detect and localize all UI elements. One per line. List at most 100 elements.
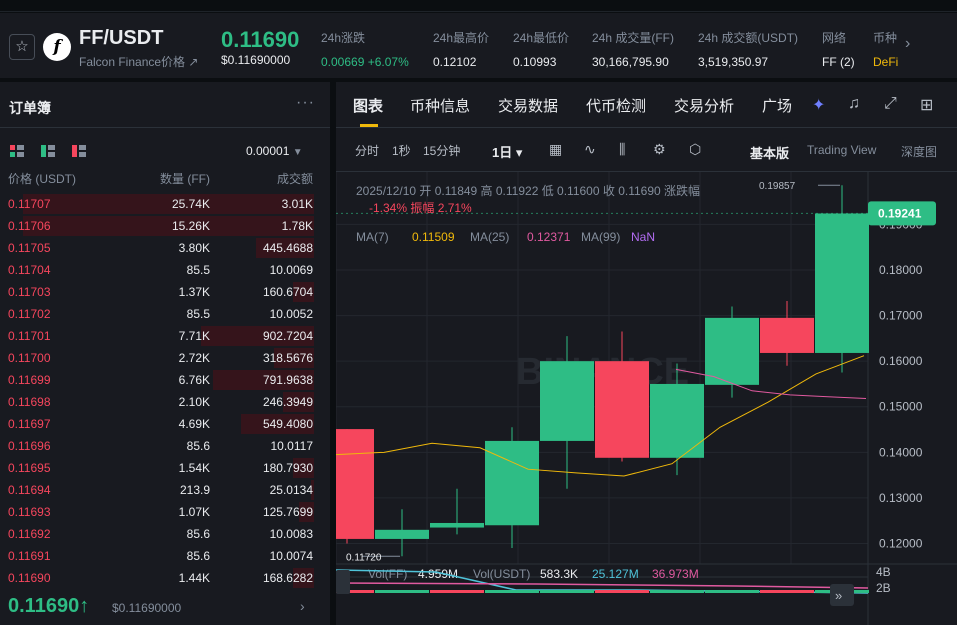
ma7-value: 0.11509 <box>412 230 455 244</box>
order-book-title: 订单簿 <box>9 100 51 116</box>
ask-qty: 7.71K <box>178 329 210 343</box>
chevron-right-icon[interactable]: › <box>905 35 910 53</box>
orderbook-last-price[interactable]: 0.11690↑ <box>8 595 89 618</box>
price-tag-label: 0.19241 <box>878 206 922 220</box>
view-basic[interactable]: 基本版 <box>750 143 789 162</box>
tab-coin-info[interactable]: 币种信息 <box>410 95 470 116</box>
ask-row[interactable]: 0.11701 7.71K 902.7204 <box>0 325 330 347</box>
favorite-star-icon[interactable]: ☆ <box>9 34 35 60</box>
drawing-tools-icon[interactable]: ⬡ <box>689 141 701 158</box>
bell-icon[interactable]: ♫ <box>848 95 860 113</box>
tab-trade-analysis[interactable]: 交易分析 <box>674 95 734 116</box>
ask-row[interactable]: 0.11696 85.6 10.0117 <box>0 435 330 457</box>
y-tick-label: 0.17000 <box>879 309 923 323</box>
tab-trading-data[interactable]: 交易数据 <box>498 95 558 116</box>
ask-row[interactable]: 0.11691 85.6 10.0074 <box>0 545 330 567</box>
chart-info-line2: -1.34% 振幅 2.71% <box>369 200 472 215</box>
view-both-icon[interactable] <box>10 145 24 157</box>
volume-bar <box>430 590 484 593</box>
ask-row[interactable]: 0.11692 85.6 10.0083 <box>0 523 330 545</box>
top-strip <box>0 0 957 12</box>
app-root: ☆ f FF/USDT Falcon Finance价格 ↗ 0.11690 $… <box>0 0 957 625</box>
view-depth[interactable]: 深度图 <box>901 143 937 160</box>
ask-row[interactable]: 0.11705 3.80K 445.4688 <box>0 237 330 259</box>
tf-15m[interactable]: 15分钟 <box>423 142 460 159</box>
view-tradingview[interactable]: Trading View <box>807 143 876 157</box>
layout-grid-icon[interactable]: ⊞ <box>920 95 933 115</box>
tf-1d-select[interactable]: 1日 ▾ <box>492 142 522 161</box>
ticker-stat: 币种 DeFi <box>873 29 898 69</box>
candlestick-chart[interactable]: 0.190000.180000.170000.160000.150000.140… <box>336 172 957 625</box>
ask-total: 549.4080 <box>262 417 313 431</box>
ask-row[interactable]: 0.11707 25.74K 3.01K <box>0 193 330 215</box>
candle-type-icon[interactable]: ⫼ <box>619 141 625 158</box>
vol-ff-value: 4.959M <box>418 567 458 581</box>
chart-settings-icon[interactable]: ⚙ <box>653 141 666 158</box>
ask-qty: 1.37K <box>178 285 210 299</box>
ask-price: 0.11703 <box>8 285 51 299</box>
ask-qty: 6.76K <box>178 373 210 387</box>
ticker-stat-label: 24h 成交量(FF) <box>592 31 675 45</box>
ask-row[interactable]: 0.11699 6.76K 791.9638 <box>0 369 330 391</box>
tf-timeline[interactable]: 分时 <box>355 142 379 159</box>
tf-1s[interactable]: 1秒 <box>392 142 411 159</box>
ma25-line <box>675 368 867 400</box>
pair-fullname-link[interactable]: Falcon Finance价格 ↗ <box>79 53 198 70</box>
ticker-stat-value: 0.12102 <box>433 55 477 69</box>
tab-chart[interactable]: 图表 <box>353 95 383 116</box>
last-price: 0.11690 <box>221 27 300 52</box>
chevron-right-icon[interactable]: › <box>300 598 305 614</box>
precision-select[interactable]: 0.00001 ▼ <box>246 144 303 158</box>
ask-row[interactable]: 0.11694 213.9 25.0134 <box>0 479 330 501</box>
ask-row[interactable]: 0.11693 1.07K 125.7699 <box>0 501 330 523</box>
ask-price: 0.11706 <box>8 219 51 233</box>
indicator-icon[interactable]: ∿ <box>584 141 596 158</box>
pair-name[interactable]: FF/USDT <box>79 27 163 50</box>
tab-token-check[interactable]: 代币检测 <box>586 95 646 116</box>
ticker-stat-value: 3,519,350.97 <box>698 55 769 69</box>
candle-body <box>375 529 429 539</box>
ticker-stat-label: 24h最低价 <box>513 31 570 45</box>
ask-total: 10.0074 <box>269 549 313 563</box>
ask-total: 791.9638 <box>262 373 313 387</box>
ask-total: 3.01K <box>281 197 313 211</box>
active-tab-indicator <box>360 124 378 127</box>
expand-icon[interactable]: ⤢ <box>884 95 897 113</box>
divider <box>0 127 330 128</box>
ask-price: 0.11693 <box>8 505 51 519</box>
more-options-icon[interactable]: ··· <box>296 94 315 112</box>
ticker-stat-label: 24h最高价 <box>433 31 490 45</box>
ask-qty: 15.26K <box>171 219 210 233</box>
ask-total: 125.7699 <box>262 505 313 519</box>
candle-body <box>430 522 484 528</box>
ticker-header: ☆ f FF/USDT Falcon Finance价格 ↗ 0.11690 $… <box>0 13 957 79</box>
ask-row[interactable]: 0.11695 1.54K 180.7930 <box>0 457 330 479</box>
ask-price: 0.11691 <box>8 549 51 563</box>
ask-row[interactable]: 0.11698 2.10K 246.3949 <box>0 391 330 413</box>
ai-sparkle-icon[interactable]: ✦ <box>812 95 825 115</box>
ask-total: 1.78K <box>281 219 313 233</box>
ticker-stat: 24h最高价 0.12102 <box>433 29 489 69</box>
candle-body <box>760 317 814 353</box>
ask-row[interactable]: 0.11704 85.5 10.0069 <box>0 259 330 281</box>
ticker-stat-value: DeFi <box>873 55 899 69</box>
high-marker-label: 0.19857 <box>759 181 796 192</box>
volume-bar <box>650 590 704 593</box>
view-asks-icon[interactable] <box>72 145 86 157</box>
ask-row[interactable]: 0.11697 4.69K 549.4080 <box>0 413 330 435</box>
ask-row[interactable]: 0.11702 85.5 10.0052 <box>0 303 330 325</box>
ma99-label: MA(99) <box>581 230 620 244</box>
ask-row[interactable]: 0.11703 1.37K 160.6704 <box>0 281 330 303</box>
ask-row[interactable]: 0.11706 15.26K 1.78K <box>0 215 330 237</box>
calendar-icon[interactable]: ▦ <box>549 141 562 158</box>
view-bids-icon[interactable] <box>41 145 55 157</box>
ask-row[interactable]: 0.11700 2.72K 318.5676 <box>0 347 330 369</box>
y-tick-label: 0.12000 <box>879 536 923 550</box>
ask-row[interactable]: 0.11690 1.44K 168.6282 <box>0 567 330 589</box>
ticker-stat-label: 币种 <box>873 31 898 45</box>
ticker-stat-label: 24h 成交额(USDT) <box>698 31 799 45</box>
tab-square[interactable]: 广场 <box>762 95 792 116</box>
ask-total: 168.6282 <box>262 571 313 585</box>
ticker-stat-value: 0.00669 +6.07% <box>321 55 409 69</box>
ask-total: 10.0117 <box>270 439 314 453</box>
